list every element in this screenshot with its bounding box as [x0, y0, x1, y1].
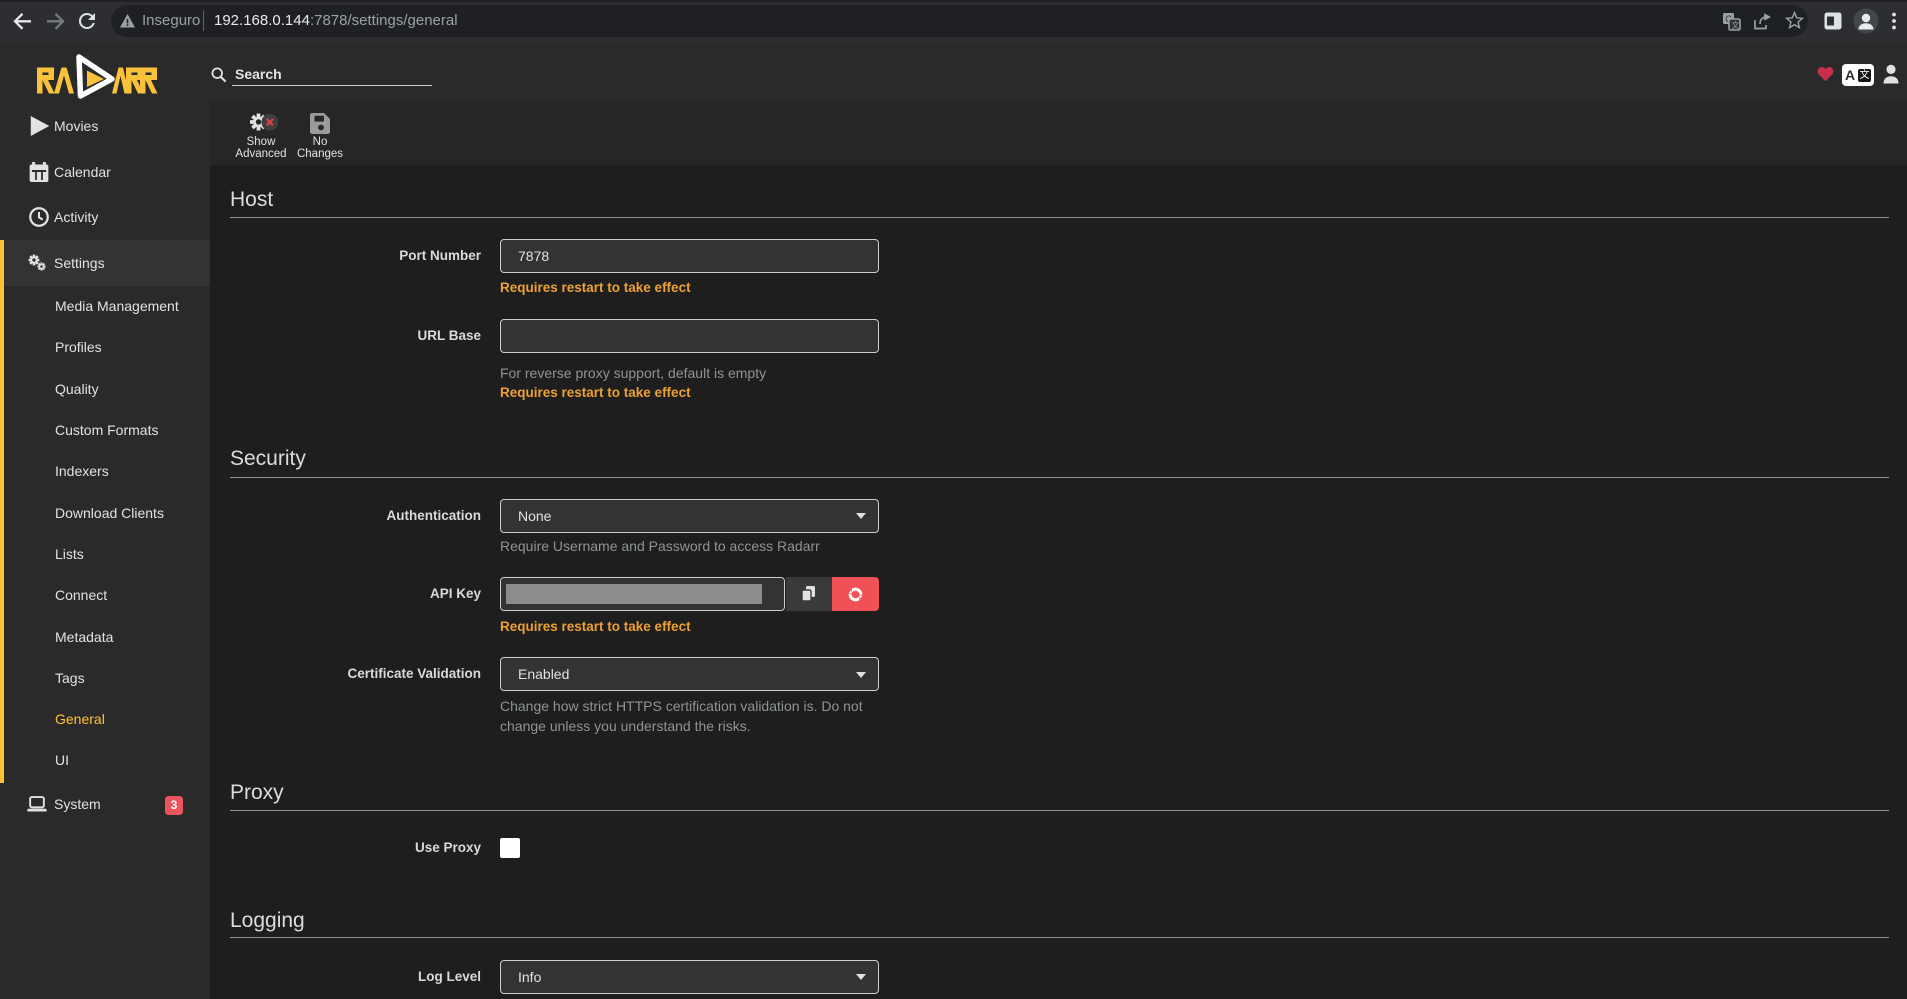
svg-text:文: 文	[1731, 20, 1739, 30]
